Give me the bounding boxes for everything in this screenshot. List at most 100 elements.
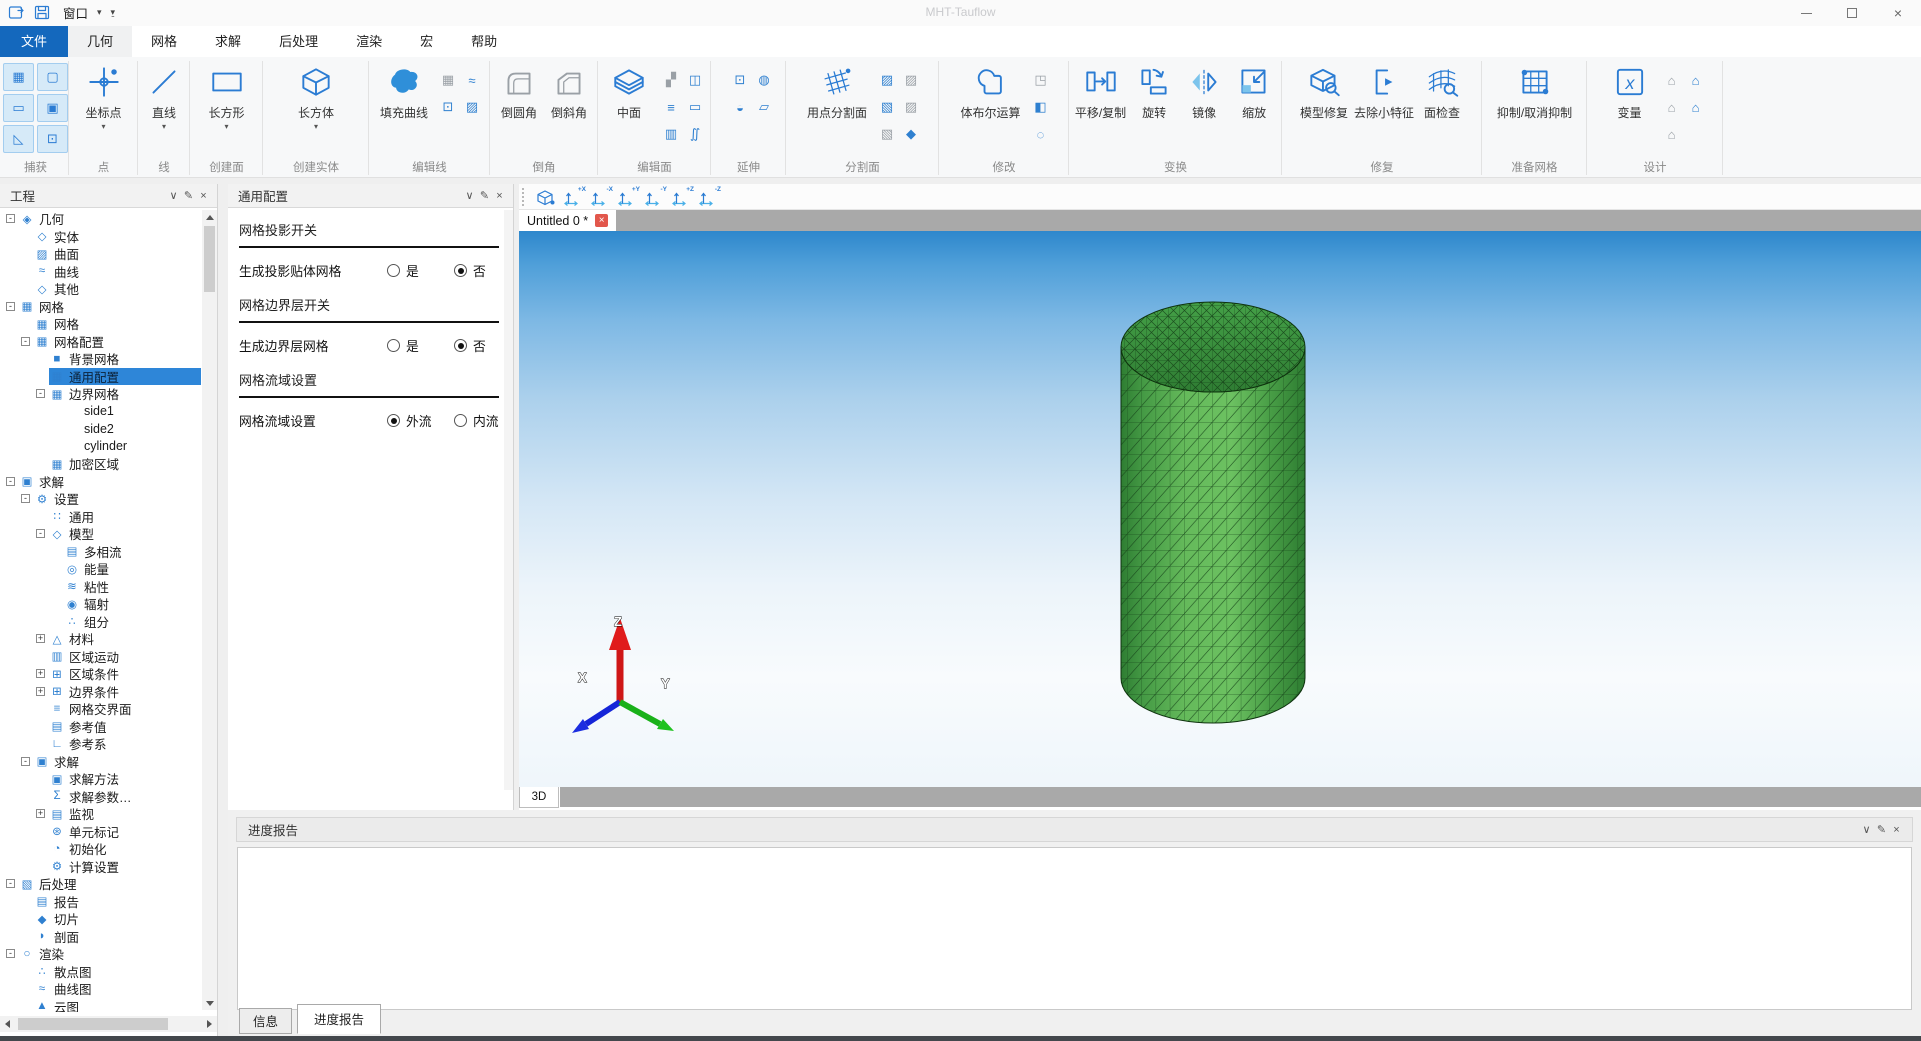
volume-boolean-button[interactable]: 体布尔运算	[957, 62, 1023, 121]
tree-expander-icon[interactable]: -	[6, 214, 15, 223]
radio-option[interactable]: 是	[387, 261, 419, 280]
small-tool-button[interactable]: ▧	[877, 97, 897, 117]
tree-expander-icon[interactable]: -	[36, 389, 45, 398]
box-button[interactable]: 长方体 ▾	[291, 62, 341, 131]
chamfer-button[interactable]: 倒斜角	[544, 62, 594, 121]
tree-item[interactable]: + ⊞ 区域条件	[0, 665, 201, 683]
tree-expander-icon[interactable]: -	[6, 879, 15, 888]
small-tool-button[interactable]: ▨	[462, 97, 482, 117]
close-panel-icon[interactable]: ×	[492, 190, 507, 202]
tree-item[interactable]: ∟ 参考系	[0, 735, 201, 753]
tree-vertical-scrollbar[interactable]	[202, 210, 217, 1010]
tree-item[interactable]: - ⚙ 设置	[0, 490, 201, 508]
tree-item[interactable]: ▦ 通用配置	[0, 368, 201, 386]
menu-item[interactable]: 宏	[401, 26, 452, 57]
viewport-3d[interactable]: Z X Y	[519, 231, 1921, 787]
small-tool-button[interactable]: ◳	[1031, 70, 1051, 90]
tree-expander-icon[interactable]: -	[21, 757, 30, 766]
tree-item[interactable]: - ▧ 后处理	[0, 875, 201, 893]
small-tool-button[interactable]: ▨	[877, 70, 897, 90]
menu-item[interactable]: 后处理	[260, 26, 337, 57]
pin-icon[interactable]: ✎	[181, 189, 196, 202]
tree-item[interactable]: ⊛ 单元标记	[0, 823, 201, 841]
tree-item[interactable]: - ▣ 求解	[0, 473, 201, 491]
rectangle-button[interactable]: 长方形 ▾	[202, 62, 252, 131]
tree-item[interactable]: side2	[0, 420, 201, 438]
tree-item[interactable]: ▤ 报告	[0, 893, 201, 911]
axis-view-button[interactable]: +Z	[671, 187, 696, 207]
chevron-down-icon[interactable]: ∨	[462, 189, 477, 202]
radio-icon[interactable]	[387, 339, 400, 352]
small-tool-button[interactable]: ⌂	[1662, 70, 1682, 90]
tree-item[interactable]: + ⊞ 边界条件	[0, 683, 201, 701]
small-tool-button[interactable]: ▧	[877, 124, 897, 144]
small-tool-button[interactable]: ⌂	[1662, 124, 1682, 144]
snap-tool-button[interactable]: ▣	[37, 94, 68, 122]
menu-item[interactable]: 文件	[0, 26, 68, 57]
tree-expander-icon[interactable]: -	[21, 494, 30, 503]
radio-icon[interactable]	[454, 414, 467, 427]
coordinate-point-button[interactable]: 坐标点 ▾	[79, 62, 129, 131]
fill-curve-button[interactable]: 填充曲线	[377, 62, 431, 121]
small-tool-button[interactable]: ▥	[661, 124, 681, 144]
tree-expander-icon[interactable]: -	[36, 529, 45, 538]
axis-view-button[interactable]: +Y	[617, 187, 642, 207]
tree-item[interactable]: - ◇ 模型	[0, 525, 201, 543]
tree-item[interactable]: + △ 材料	[0, 630, 201, 648]
radio-option[interactable]: 内流	[454, 411, 499, 430]
menu-item[interactable]: 求解	[196, 26, 260, 57]
dock-tab[interactable]: 进度报告	[297, 1004, 381, 1034]
tree-item[interactable]: ◎ 能量	[0, 560, 201, 578]
tree-item[interactable]: - ▦ 网格配置	[0, 333, 201, 351]
axis-view-button[interactable]: -Z	[698, 187, 723, 207]
model-repair-button[interactable]: 模型修复	[1297, 62, 1351, 121]
mirror-button[interactable]: 镜像	[1179, 62, 1229, 121]
tree-item[interactable]: ▣ 求解方法	[0, 770, 201, 788]
axis-view-button[interactable]: -Y	[644, 187, 669, 207]
tree-item[interactable]: ■ 背景网格	[0, 350, 201, 368]
tree-item[interactable]: ≡ 网格交界面	[0, 700, 201, 718]
small-tool-button[interactable]: ⌂	[1686, 70, 1706, 90]
tree-item[interactable]: - ▦ 网格	[0, 298, 201, 316]
radio-icon[interactable]	[387, 414, 400, 427]
tree-item[interactable]: ▦ 网格	[0, 315, 201, 333]
tree-item[interactable]: - ▣ 求解	[0, 753, 201, 771]
small-tool-button[interactable]: ◌	[1031, 124, 1051, 144]
axis-view-button[interactable]: -X	[590, 187, 615, 207]
variable-button[interactable]: x 变量	[1605, 62, 1655, 121]
small-tool-button[interactable]: ▨	[901, 70, 921, 90]
tree-item[interactable]: ▦ 加密区域	[0, 455, 201, 473]
chevron-down-icon[interactable]: ∨	[1859, 823, 1874, 836]
snap-tool-button[interactable]: ▦	[3, 63, 34, 91]
small-tool-button[interactable]: ◧	[1031, 97, 1051, 117]
dropdown-caret-icon[interactable]: ▾	[101, 122, 105, 131]
scrollbar-thumb[interactable]	[204, 226, 215, 292]
fillet-button[interactable]: 倒圆角	[494, 62, 544, 121]
close-window-button[interactable]: ×	[1875, 0, 1921, 26]
dropdown-caret-icon[interactable]: ▾	[224, 122, 228, 131]
translate-copy-button[interactable]: 平移/复制	[1072, 62, 1129, 121]
dropdown-caret-icon[interactable]: ▾	[162, 122, 166, 131]
small-tool-button[interactable]: ⊡	[730, 70, 750, 90]
isometric-view-button[interactable]	[533, 187, 561, 207]
tree-item[interactable]: ▤ 多相流	[0, 543, 201, 561]
minimize-button[interactable]	[1783, 0, 1829, 26]
small-tool-button[interactable]: ◆	[901, 124, 921, 144]
close-panel-icon[interactable]: ×	[1889, 824, 1904, 836]
axis-view-button[interactable]: +X	[563, 187, 588, 207]
small-tool-button[interactable]: ≡	[661, 97, 681, 117]
rotate-button[interactable]: 旋转	[1129, 62, 1179, 121]
tree-expander-icon[interactable]: +	[36, 687, 45, 696]
face-check-button[interactable]: 面检查	[1417, 62, 1467, 121]
split-face-by-points-button[interactable]: 用点分割面	[804, 62, 870, 121]
menu-item[interactable]: 几何	[68, 26, 132, 57]
tree-item[interactable]: Σ 求解参数…	[0, 788, 201, 806]
tree-horizontal-scrollbar[interactable]	[0, 1016, 217, 1032]
small-tool-button[interactable]: ◒	[730, 97, 750, 117]
radio-option[interactable]: 否	[454, 336, 486, 355]
tree-item[interactable]: ▨ 曲面	[0, 245, 201, 263]
radio-option[interactable]: 外流	[387, 411, 432, 430]
cylinder-mesh-model[interactable]	[1113, 294, 1313, 754]
tree-item[interactable]: cylinder	[0, 438, 201, 456]
line-button[interactable]: 直线 ▾	[139, 62, 189, 131]
